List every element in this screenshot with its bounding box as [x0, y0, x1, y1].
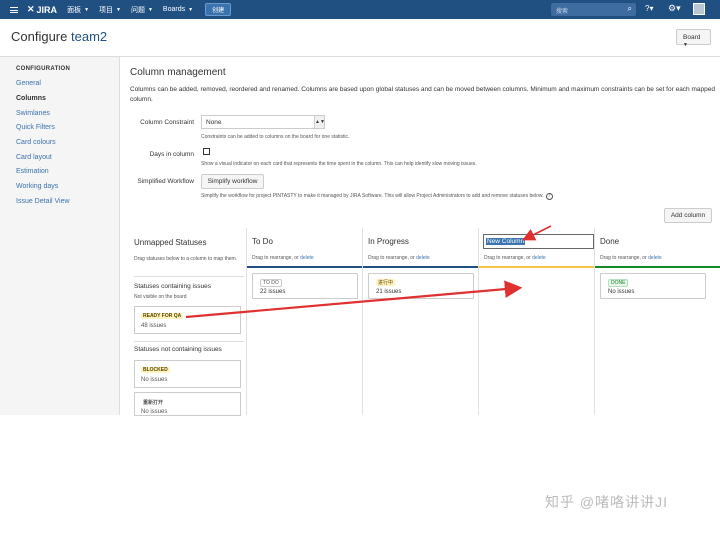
watermark: 知乎 @啫咯讲讲JI	[545, 494, 668, 510]
screenshot-stage: ✕ JIRA 面板 ▼ 项目 ▼ 问题 ▼ Boards ▼ 创建 搜索 ⌕ ?▾ ⚙▾…	[0, 0, 720, 533]
drag-annotation-arrow	[185, 280, 523, 319]
rename-annotation-arrow	[522, 225, 552, 241]
annotation-arrows	[185, 225, 552, 319]
